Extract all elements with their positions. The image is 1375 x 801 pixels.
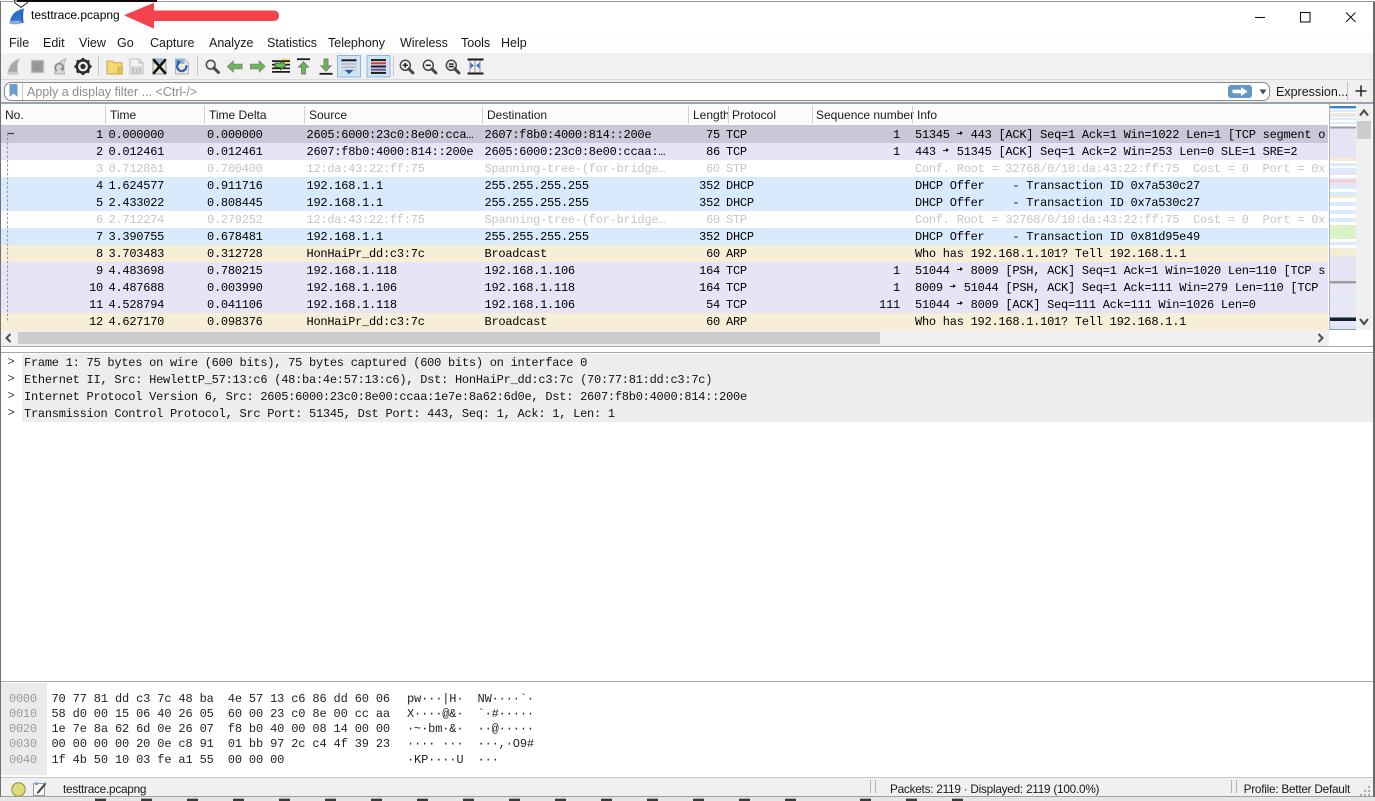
svg-text:010: 010 (132, 67, 142, 74)
